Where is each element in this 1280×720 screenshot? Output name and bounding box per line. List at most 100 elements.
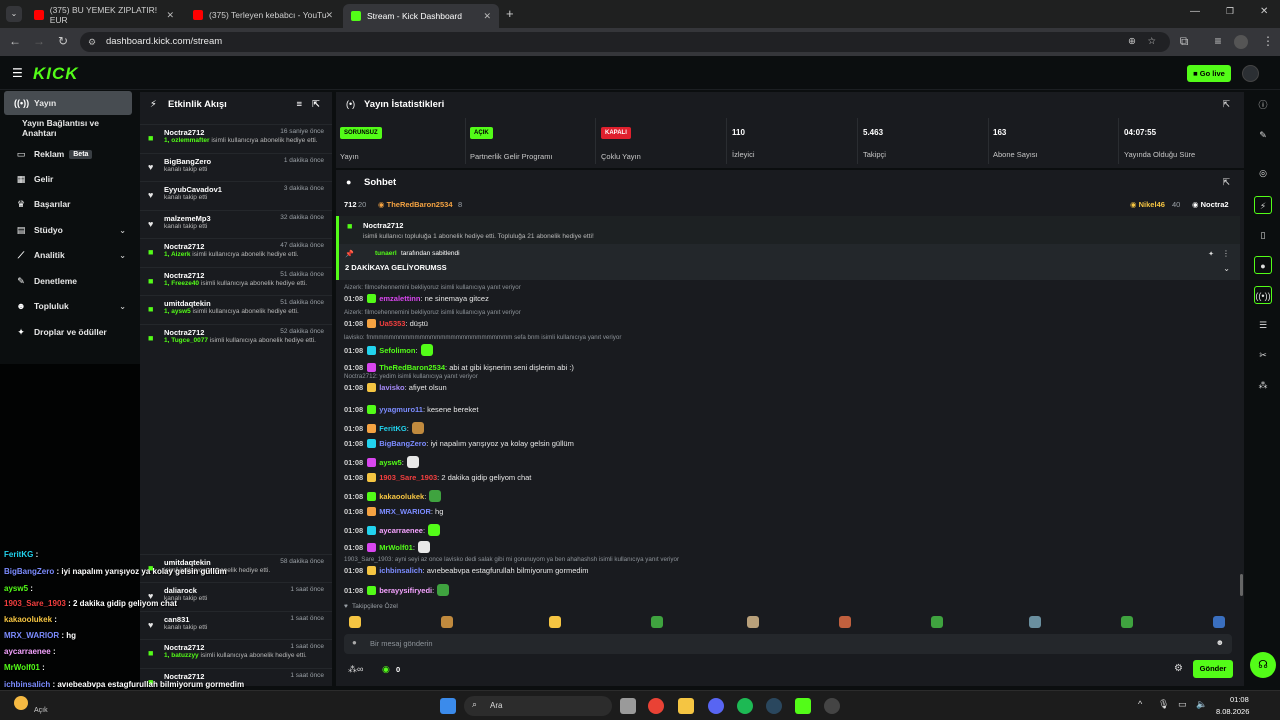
sidebar-item-revenue[interactable]: ▦ Gelir <box>4 167 132 191</box>
chat-settings-icon[interactable]: ⚙ <box>1174 663 1183 674</box>
leaderboard-user[interactable]: ◉ Noctra2 <box>1192 200 1229 209</box>
popout-icon[interactable]: ⇱ <box>312 92 320 118</box>
community-icon[interactable]: ⁂∞ <box>348 664 363 675</box>
maximize-button[interactable]: ❐ <box>1226 6 1234 17</box>
chat-message[interactable]: 01:08 ichbinsalich: avıebeabvpa estagfuru… <box>344 566 588 575</box>
volume-icon[interactable]: 🔈 <box>1196 699 1207 710</box>
close-tab-icon[interactable]: ✕ <box>483 11 491 22</box>
sidebar-item-stream-key[interactable]: Yayın Bağlantısı ve Anahtarı <box>4 116 132 140</box>
chevron-down-icon[interactable]: ⌄ <box>1223 264 1230 273</box>
emote-option[interactable] <box>651 616 663 628</box>
emote-option[interactable] <box>349 616 361 628</box>
emote-option[interactable] <box>839 616 851 628</box>
extensions-icon[interactable]: ⧉ <box>1176 34 1192 49</box>
chat-message[interactable]: 01:08 BigBangZero: iyi napalım yarışıyoz … <box>344 439 574 448</box>
chat-username[interactable]: MRX_WARIOR <box>379 507 431 516</box>
hamburger-menu-icon[interactable]: ☰ <box>12 66 23 80</box>
chat-username[interactable]: Ua5353 <box>379 319 405 328</box>
event-username[interactable]: Noctra2712 <box>164 271 204 280</box>
chat-message[interactable]: 01:08 Sefolimon: <box>344 344 433 356</box>
chat-message[interactable]: 01:08 aysw5: <box>344 456 419 468</box>
event-username[interactable]: EyyubCavadov1 <box>164 185 222 194</box>
event-username[interactable]: malzemeMp3 <box>164 214 211 223</box>
chat-username[interactable]: Sefolimon <box>379 346 415 355</box>
activity-event[interactable]: ■ Noctra2712 51 dakika önce 1, Freeze40 isi… <box>140 266 332 295</box>
chat-message[interactable]: 01:08 1903_Sare_1903: 2 dakika gidip geli… <box>344 473 531 482</box>
bookmark-star-icon[interactable]: ☆ <box>1147 32 1156 52</box>
reload-icon[interactable]: ↻ <box>55 34 71 48</box>
help-button[interactable]: ☊ <box>1250 652 1276 678</box>
event-username[interactable]: BigBangZero <box>164 157 211 166</box>
popout-icon[interactable]: ⇱ <box>1222 177 1230 188</box>
browser-menu-icon[interactable]: ⋮ <box>1260 34 1276 48</box>
chat-message[interactable]: 01:08 FeritKG: <box>344 422 424 434</box>
profile-avatar[interactable] <box>1234 35 1248 49</box>
edit-icon[interactable]: ✎ <box>1254 126 1272 144</box>
chat-username[interactable]: yyagmuro11 <box>379 405 423 414</box>
emoji-picker-icon[interactable]: ☻ <box>1216 638 1224 647</box>
emote-option[interactable] <box>747 616 759 628</box>
event-username[interactable]: umitdaqtekin <box>164 558 211 567</box>
chat-input-placeholder[interactable]: Bir mesaj gönderin <box>370 639 433 648</box>
chat-username[interactable]: kakaoolukek <box>379 492 424 501</box>
event-username[interactable]: Noctra2712 <box>164 328 204 337</box>
back-icon[interactable]: ← <box>7 34 23 48</box>
chat-message[interactable]: 01:08 aycarraenee: <box>344 524 441 536</box>
emote-option[interactable] <box>1213 616 1225 628</box>
activity-event[interactable]: ■ Noctra2712 47 dakika önce 1, Aizerk isiml… <box>140 238 332 266</box>
chat-username[interactable]: aycarraenee <box>379 526 423 535</box>
activity-event[interactable]: ■ Noctra2712 52 dakika önce 1, Tugce_0077 i… <box>140 323 332 352</box>
obs-icon[interactable] <box>824 698 840 714</box>
media-control-icon[interactable]: ≡ <box>1210 34 1226 48</box>
more-options-icon[interactable]: ⋮ <box>1222 249 1230 258</box>
chat-username[interactable]: berayysifiryedi <box>379 586 432 595</box>
activity-event[interactable]: ■ Noctra2712 1 saat önce 1, batuzzyy isimli… <box>140 639 332 667</box>
event-username[interactable]: umitdaqtekin <box>164 299 211 308</box>
kick-logo[interactable]: KICK <box>33 64 79 84</box>
event-username[interactable]: Noctra2712 <box>164 128 204 137</box>
sidebar-item-ads[interactable]: ▭ Reklam Beta <box>4 142 132 166</box>
chat-message[interactable]: 01:08 berayysifiryedi: <box>344 584 450 596</box>
tray-chevron-icon[interactable]: ^ <box>1138 699 1142 709</box>
chat-message[interactable]: 01:08 yyagmuro11: kesene bereket <box>344 405 478 414</box>
chat-username[interactable]: BigBangZero <box>379 439 426 448</box>
filter-icon[interactable]: ≡ <box>296 92 302 118</box>
unpin-icon[interactable]: ✦ <box>1208 250 1214 258</box>
emote-option[interactable] <box>549 616 561 628</box>
chat-bubble-icon[interactable]: ● <box>1254 256 1272 274</box>
event-username[interactable]: Noctra2712 <box>164 242 204 251</box>
task-view-icon[interactable] <box>620 698 636 714</box>
activity-event[interactable]: ♥ malzemeMp3 32 dakika önce kanalı takip et… <box>140 209 332 238</box>
send-button[interactable]: Gönder <box>1193 660 1233 678</box>
discord-icon[interactable] <box>708 698 724 714</box>
sidebar-item-achievements[interactable]: ♛ Başarılar <box>4 192 132 216</box>
user-avatar[interactable] <box>1242 65 1259 82</box>
chrome-icon[interactable] <box>648 698 664 714</box>
spotify-icon[interactable] <box>737 698 753 714</box>
chat-message[interactable]: 01:08 lavisko: afiyet olsun <box>344 383 447 392</box>
zoom-icon[interactable]: ⊕ <box>1128 32 1136 52</box>
leaderboard-user[interactable]: ◉ Nikel46 <box>1130 200 1165 209</box>
leaderboard-user[interactable]: ◉ TheRedBaron2534 <box>378 200 453 209</box>
popout-icon[interactable]: ⇱ <box>1222 99 1230 110</box>
chat-message[interactable]: 01:08 emzalettinn: ne sinemaya gitcez <box>344 294 489 303</box>
network-icon[interactable]: ▭ <box>1178 699 1187 710</box>
sidebar-item-community[interactable]: ☻ Topluluk ⌄ <box>4 294 132 318</box>
close-tab-icon[interactable]: ✕ <box>166 10 174 21</box>
document-icon[interactable]: ▯ <box>1254 226 1272 244</box>
steam-icon[interactable] <box>766 698 782 714</box>
kick-app-icon[interactable] <box>795 698 811 714</box>
forward-icon[interactable]: → <box>31 34 47 48</box>
chat-username[interactable]: 1903_Sare_1903 <box>379 473 437 482</box>
info-icon[interactable]: ⓘ <box>1254 96 1272 114</box>
browser-tab-3[interactable]: Stream - Kick Dashboard ✕ <box>343 4 499 28</box>
community-icon[interactable]: ⁂ <box>1254 376 1272 394</box>
chat-username[interactable]: emzalettinn <box>379 294 420 303</box>
sidebar-item-drops[interactable]: ✦ Droplar ve ödüller <box>4 320 132 344</box>
sidebar-item-studio[interactable]: ▤ Stüdyo ⌄ <box>4 218 132 242</box>
chat-message[interactable]: 01:08 MrWolf01: <box>344 541 430 553</box>
chat-message[interactable]: 01:08 TheRedBaron2534: abi at gibi kişner… <box>344 363 574 372</box>
chat-username[interactable]: FeritKG <box>379 424 407 433</box>
chat-input-box[interactable]: ● Bir mesaj gönderin ☻ <box>344 634 1232 654</box>
minimize-button[interactable]: — <box>1190 6 1200 17</box>
